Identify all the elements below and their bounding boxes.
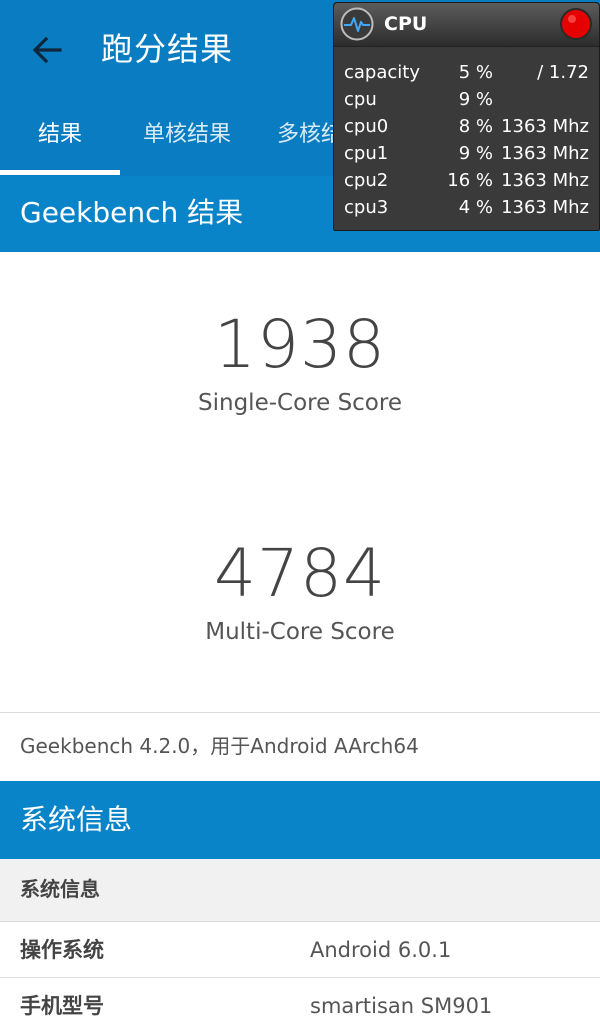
- cpu-row-capacity: capacity 5 % / 1.72: [334, 59, 599, 86]
- page-title: 跑分结果: [101, 30, 234, 68]
- multi-core-score-label: Multi-Core Score: [205, 619, 395, 645]
- cpu-row-frequency: 1363 Mhz: [501, 197, 589, 218]
- results-section-title: Geekbench 结果: [20, 196, 244, 229]
- cpu-stats: capacity 5 % / 1.72 cpu 9 % cpu0 8 % 136…: [334, 59, 599, 221]
- cpu-row-frequency: / 1.72: [537, 62, 589, 83]
- info-value: Android 6.0.1: [310, 938, 452, 962]
- cpu-row-percent: 5 %: [458, 62, 493, 83]
- divider: [0, 712, 600, 713]
- tab-results[interactable]: 结果: [0, 100, 120, 176]
- single-core-score: 1938 Single-Core Score: [0, 305, 600, 421]
- cpu-row-percent: 16 %: [447, 170, 493, 191]
- cpu-row-name: capacity: [344, 62, 420, 83]
- system-info-subheader-title: 系统信息: [20, 877, 100, 901]
- cpu-row-frequency: 1363 Mhz: [501, 143, 589, 164]
- cpu-widget-header[interactable]: CPU: [334, 3, 599, 47]
- info-key: 手机型号: [20, 994, 104, 1018]
- pulse-icon: [340, 7, 374, 41]
- cpu-row-name: cpu2: [344, 170, 389, 191]
- tab-indicator: [0, 170, 120, 175]
- tab-single-core[interactable]: 单核结果: [120, 100, 254, 176]
- cpu-row-percent: 9 %: [458, 143, 493, 164]
- cpu-row-cpu2: cpu2 16 % 1363 Mhz: [334, 167, 599, 194]
- cpu-widget-title: CPU: [384, 13, 428, 35]
- cpu-row-percent: 9 %: [458, 89, 493, 110]
- cpu-row-name: cpu: [344, 89, 377, 110]
- cpu-row-cpu1: cpu1 9 % 1363 Mhz: [334, 140, 599, 167]
- multi-core-score: 4784 Multi-Core Score: [0, 534, 600, 650]
- info-row-os: 操作系统 Android 6.0.1: [0, 922, 600, 978]
- cpu-row-frequency: 1363 Mhz: [501, 170, 589, 191]
- system-info-section-header: 系统信息: [0, 781, 600, 859]
- single-core-score-value: 1938: [214, 306, 386, 383]
- info-row-model: 手机型号 smartisan SM901: [0, 978, 600, 1034]
- multi-core-score-value: 4784: [214, 535, 386, 612]
- cpu-monitor-widget[interactable]: CPU capacity 5 % / 1.72 cpu 9 % cpu0 8 %…: [333, 2, 600, 231]
- cpu-row-percent: 4 %: [458, 197, 493, 218]
- cpu-row-name: cpu3: [344, 197, 389, 218]
- cpu-row-cpu0: cpu0 8 % 1363 Mhz: [334, 113, 599, 140]
- cpu-row-percent: 8 %: [458, 116, 493, 137]
- cpu-row-cpu3: cpu3 4 % 1363 Mhz: [334, 194, 599, 221]
- cpu-row-total: cpu 9 %: [334, 86, 599, 113]
- info-value: smartisan SM901: [310, 994, 493, 1018]
- single-core-score-label: Single-Core Score: [198, 390, 402, 416]
- version-info: Geekbench 4.2.0，用于Android AArch64: [20, 734, 419, 758]
- system-info-section-title: 系统信息: [20, 803, 133, 836]
- cpu-row-frequency: 1363 Mhz: [501, 116, 589, 137]
- cpu-row-name: cpu0: [344, 116, 389, 137]
- arrow-left-icon: [32, 36, 62, 64]
- info-key: 操作系统: [20, 938, 104, 962]
- back-button[interactable]: [26, 30, 68, 70]
- system-info-subheader: 系统信息: [0, 859, 600, 921]
- close-icon[interactable]: [559, 7, 593, 41]
- cpu-row-name: cpu1: [344, 143, 389, 164]
